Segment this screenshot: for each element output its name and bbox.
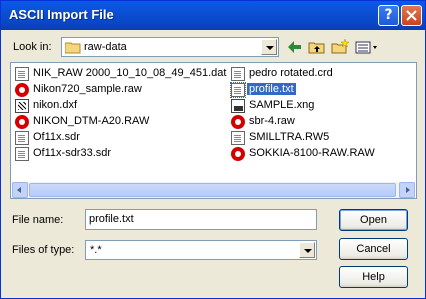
raw-file-icon [15, 115, 29, 129]
filetype-select[interactable]: *.* [85, 240, 317, 260]
document-icon [15, 147, 29, 161]
filetype-value: *.* [90, 244, 102, 256]
up-folder-icon [308, 42, 325, 54]
raw-file-icon [15, 83, 29, 97]
title-bar[interactable]: ASCII Import File ? [1, 1, 425, 30]
up-folder-button[interactable] [306, 37, 328, 57]
title-help-button[interactable]: ? [378, 5, 399, 26]
dxf-file-icon [15, 99, 29, 113]
close-button[interactable] [401, 5, 422, 26]
document-icon [231, 131, 245, 145]
scroll-left-button[interactable] [12, 182, 28, 198]
document-icon [15, 67, 29, 81]
lookin-value: raw-data [84, 41, 127, 53]
filetype-dropdown-button[interactable] [299, 242, 315, 258]
dialog-window: ASCII Import File ? Look in: raw-data NI… [0, 0, 426, 299]
raw-file-icon [231, 147, 245, 161]
view-menu-button[interactable] [353, 37, 379, 57]
view-menu-icon [355, 41, 377, 54]
horizontal-scrollbar[interactable] [12, 182, 415, 198]
scroll-thumb[interactable] [29, 183, 396, 197]
lookin-combo[interactable]: raw-data [61, 37, 279, 57]
document-icon [231, 67, 245, 81]
file-list[interactable]: NIK_RAW 2000_10_10_08_49_451.dat Nikon72… [10, 62, 417, 199]
filename-value: profile.txt [89, 213, 134, 225]
new-folder-icon [331, 38, 350, 54]
document-icon [15, 131, 29, 145]
filename-input[interactable]: profile.txt [85, 209, 317, 230]
back-arrow-icon [288, 41, 301, 53]
folder-icon [65, 42, 81, 54]
xng-file-icon [231, 99, 245, 113]
lookin-label: Look in: [13, 41, 52, 53]
document-icon [230, 82, 246, 98]
filetype-label: Files of type: [12, 244, 75, 256]
new-folder-button[interactable] [329, 37, 351, 57]
cancel-button[interactable]: Cancel [339, 238, 408, 260]
back-button[interactable] [284, 37, 306, 57]
help-button[interactable]: Help [339, 266, 408, 288]
window-title: ASCII Import File [9, 7, 114, 22]
filename-label: File name: [12, 214, 64, 226]
open-button[interactable]: Open [339, 209, 408, 231]
lookin-dropdown-button[interactable] [261, 39, 277, 55]
close-icon [406, 10, 417, 21]
raw-file-icon [231, 115, 245, 129]
scroll-right-button[interactable] [399, 182, 415, 198]
